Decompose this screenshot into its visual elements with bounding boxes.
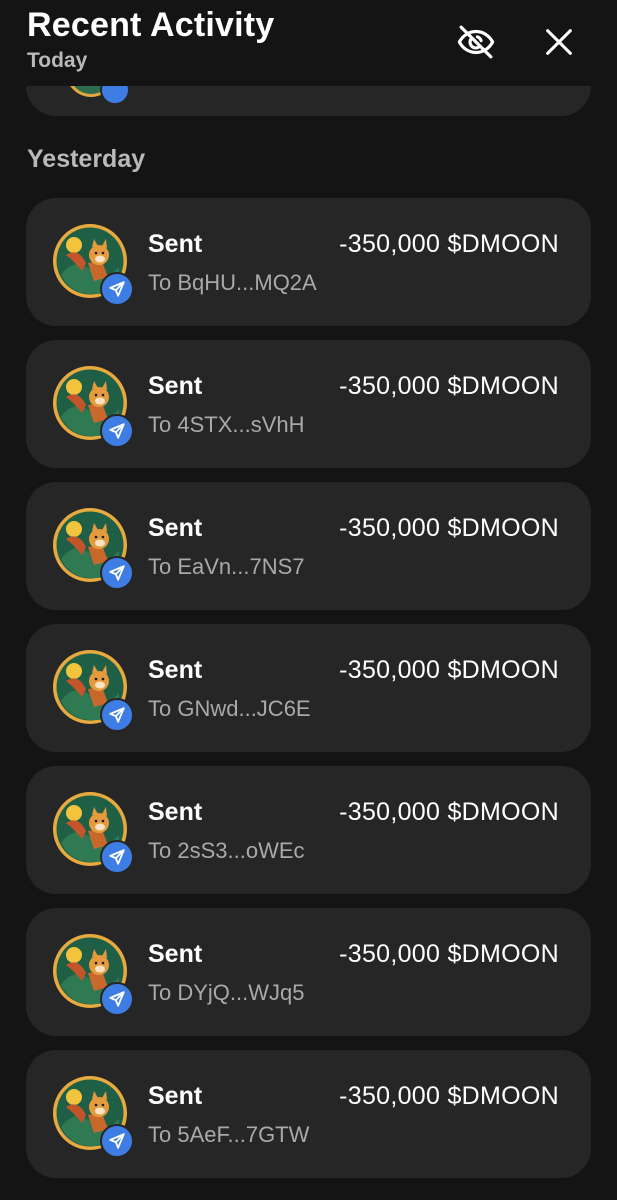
- send-badge: [100, 414, 134, 448]
- send-badge: [100, 840, 134, 874]
- transaction-card[interactable]: Sent -350,000 $DMOON To 2sS3...oWEc: [26, 766, 591, 894]
- transaction-card[interactable]: Sent -350,000 $DMOON To DYjQ...WJq5: [26, 908, 591, 1036]
- send-arrow-icon: [109, 281, 125, 297]
- transaction-destination: To 5AeF...7GTW: [148, 1122, 310, 1147]
- transaction-type: Sent: [148, 798, 203, 826]
- transaction-destination: To EaVn...7NS7: [148, 554, 305, 579]
- page-subtitle: Today: [27, 49, 88, 72]
- transaction-amount: -350,000 $DMOON: [339, 798, 559, 826]
- transaction-destination: To GNwd...JC6E: [148, 696, 311, 721]
- transaction-type: Sent: [148, 230, 203, 258]
- transaction-destination: To 2sS3...oWEc: [148, 838, 305, 863]
- send-badge: [100, 698, 134, 732]
- transaction-destination: To 4STX...sVhH: [148, 412, 305, 437]
- send-arrow-icon: [109, 565, 125, 581]
- send-badge: [100, 982, 134, 1016]
- transaction-destination: To BqHU...MQ2A: [148, 270, 317, 295]
- transaction-type: Sent: [148, 514, 203, 542]
- close-button[interactable]: [533, 16, 585, 68]
- transaction-amount: -350,000 $DMOON: [339, 1082, 559, 1110]
- transaction-type: Sent: [148, 656, 203, 684]
- transaction-amount: -350,000 $DMOON: [339, 514, 559, 542]
- send-arrow-icon: [109, 991, 125, 1007]
- eye-off-icon: [457, 25, 495, 59]
- transaction-amount: -350,000 $DMOON: [339, 656, 559, 684]
- transaction-type: Sent: [148, 372, 203, 400]
- send-arrow-icon: [109, 423, 125, 439]
- transaction-amount: -350,000 $DMOON: [339, 230, 559, 258]
- send-badge: [100, 556, 134, 590]
- transaction-card[interactable]: Sent -350,000 $DMOON To 5AeF...7GTW: [26, 1050, 591, 1178]
- transaction-card[interactable]: Sent -350,000 $DMOON To GNwd...JC6E: [26, 624, 591, 752]
- transaction-type: Sent: [148, 940, 203, 968]
- transaction-card[interactable]: Sent -350,000 $DMOON To EaVn...7NS7: [26, 482, 591, 610]
- transaction-card[interactable]: Sent -350,000 $DMOON To 4STX...sVhH: [26, 340, 591, 468]
- page-title: Recent Activity: [27, 6, 275, 44]
- transaction-card[interactable]: Sent -350,000 $DMOON To BqHU...MQ2A: [26, 198, 591, 326]
- transaction-amount: -350,000 $DMOON: [339, 940, 559, 968]
- send-arrow-icon: [109, 1133, 125, 1149]
- transaction-amount: -350,000 $DMOON: [339, 372, 559, 400]
- send-arrow-icon: [109, 849, 125, 865]
- close-icon: [546, 29, 572, 55]
- section-date-label: Yesterday: [27, 145, 146, 173]
- send-badge: [100, 1124, 134, 1158]
- send-badge: [100, 272, 134, 306]
- hide-balance-button[interactable]: [450, 16, 502, 68]
- header-bar: Recent Activity Today: [0, 0, 617, 86]
- transaction-destination: To DYjQ...WJq5: [148, 980, 305, 1005]
- send-arrow-icon: [109, 707, 125, 723]
- transaction-type: Sent: [148, 1082, 203, 1110]
- transaction-list: Sent -350,000 $DMOON To BqHU...MQ2A Sent…: [26, 198, 591, 1192]
